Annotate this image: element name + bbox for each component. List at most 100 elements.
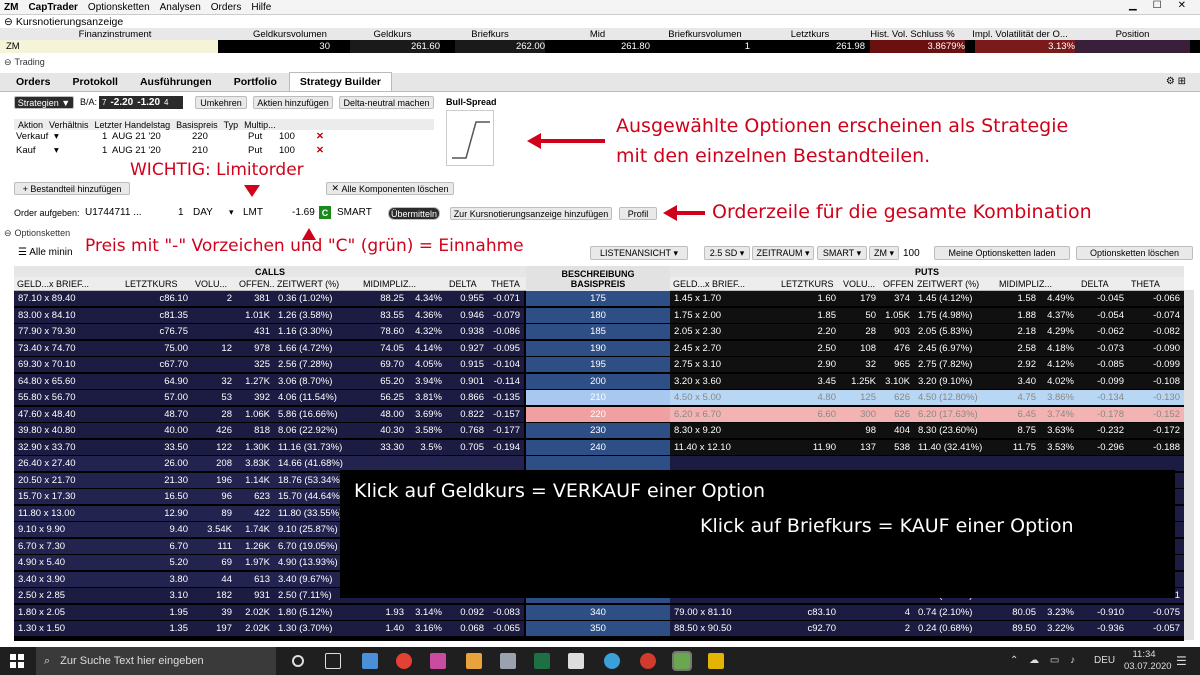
- combo-bid[interactable]: -2.20: [110, 97, 133, 108]
- put-bid-ask-cell[interactable]: 79.00 x 81.10: [670, 604, 778, 620]
- call-bid-ask-cell[interactable]: 77.90 x 79.30: [14, 324, 122, 339]
- input-language[interactable]: DEU: [1094, 655, 1115, 666]
- cortana-icon[interactable]: [292, 655, 304, 667]
- captrader-icon[interactable]: [672, 651, 692, 671]
- quote-row[interactable]: ZM 30 261.60 262.00 261.80 1 261.98 3.86…: [0, 40, 1200, 53]
- put-column-header[interactable]: GELD...x BRIEF...: [670, 277, 778, 291]
- zeitraum-dropdown[interactable]: ZEITRAUM ▾: [752, 246, 814, 260]
- strike-count[interactable]: 100: [903, 248, 920, 259]
- tab-protokoll[interactable]: Protokoll: [62, 73, 128, 91]
- mail-icon[interactable]: [362, 653, 378, 669]
- call-column-header[interactable]: GELD...x BRIEF...: [14, 277, 122, 291]
- combo-ask[interactable]: -1.20: [137, 97, 160, 108]
- delete-leg-icon[interactable]: ✕: [316, 145, 324, 156]
- calculator-icon[interactable]: [500, 653, 516, 669]
- menu-orders[interactable]: Orders: [211, 2, 242, 13]
- put-bid-ask-cell[interactable]: 1.75 x 2.00: [670, 307, 778, 323]
- order-limit-price[interactable]: -1.69: [292, 207, 315, 218]
- minimize-icon[interactable]: ▁: [1129, 0, 1137, 11]
- put-bid-ask-cell[interactable]: 8.30 x 9.20: [670, 423, 778, 438]
- call-column-header[interactable]: DELTA: [446, 277, 488, 291]
- call-bid-ask-cell[interactable]: 83.00 x 84.10: [14, 307, 122, 323]
- panel-settings-icon[interactable]: ⚙ ⊞: [1166, 76, 1186, 87]
- chain-row[interactable]: 69.30 x 70.10 c67.70 325 2.56 (7.28%) 69.70 4…: [14, 357, 1184, 372]
- collapse-icon[interactable]: ⊖: [4, 228, 12, 239]
- tab-portfolio[interactable]: Portfolio: [224, 73, 287, 91]
- menu-optionsketten[interactable]: Optionsketten: [88, 2, 150, 13]
- put-bid-ask-cell[interactable]: 1.45 x 1.70: [670, 291, 778, 306]
- menu-hilfe[interactable]: Hilfe: [251, 2, 271, 13]
- listenansicht-dropdown[interactable]: LISTENANSICHT ▾: [590, 246, 688, 260]
- tray-icons[interactable]: ⌃ ☁ ▭ ♪: [1010, 655, 1079, 666]
- put-column-header[interactable]: OFFEN...: [880, 277, 914, 291]
- taskbar-search[interactable]: ⌕ Zur Suche Text hier eingeben: [36, 647, 276, 675]
- call-bid-ask-cell[interactable]: 1.80 x 2.05: [14, 604, 122, 620]
- put-column-header[interactable]: VOLU...: [840, 277, 880, 291]
- chain-row[interactable]: 1.30 x 1.50 1.35 197 2.02K 1.30 (3.70%) 1.40 3…: [14, 621, 1184, 636]
- call-bid-ask-cell[interactable]: 9.10 x 9.90: [14, 522, 122, 537]
- collapse-icon[interactable]: ⊖: [4, 57, 12, 68]
- call-bid-ask-cell[interactable]: 3.40 x 3.90: [14, 571, 122, 587]
- chevron-down-icon[interactable]: ▾: [229, 207, 234, 218]
- tab-orders[interactable]: Orders: [6, 73, 60, 91]
- quote-ask[interactable]: 262.00: [455, 40, 545, 53]
- chevron-down-icon[interactable]: ▾: [54, 145, 59, 156]
- table-scrollbar[interactable]: [1184, 290, 1194, 640]
- chain-row[interactable]: 83.00 x 84.10 c81.35 1.01K 1.26 (3.58%) 83.5…: [14, 307, 1184, 323]
- chain-row[interactable]: 55.80 x 56.70 57.00 53 392 4.06 (11.54%) 56.2…: [14, 390, 1184, 405]
- call-bid-ask-cell[interactable]: 32.90 x 33.70: [14, 439, 122, 455]
- uebermitteln-button[interactable]: Übermitteln: [388, 207, 440, 220]
- chevron-down-icon[interactable]: ▾: [54, 131, 59, 142]
- clock[interactable]: 11:34 03.07.2020: [1124, 649, 1172, 673]
- call-bid-ask-cell[interactable]: 39.80 x 40.80: [14, 423, 122, 438]
- put-bid-ask-cell[interactable]: 2.45 x 2.70: [670, 340, 778, 356]
- alle-minin-toggle[interactable]: ☰ Alle minin: [18, 247, 73, 258]
- put-bid-ask-cell[interactable]: 6.20 x 6.70: [670, 406, 778, 422]
- call-column-header[interactable]: VOLU...: [192, 277, 236, 291]
- chain-row[interactable]: 73.40 x 74.70 75.00 12 978 1.66 (4.72%) 74.05…: [14, 340, 1184, 356]
- put-column-header[interactable]: THETA: [1128, 277, 1184, 291]
- leg-row[interactable]: Verkauf ▾ 1 AUG 21 '20 220 Put 100 ✕: [14, 131, 434, 143]
- call-bid-ask-cell[interactable]: 73.40 x 74.70: [14, 340, 122, 356]
- tab-ausfuehrungen[interactable]: Ausführungen: [130, 73, 222, 91]
- windows-start-icon[interactable]: [10, 654, 24, 668]
- optionsketten-section-header[interactable]: ⊖ Optionsketten: [0, 227, 1200, 239]
- call-bid-ask-cell[interactable]: 64.80 x 65.60: [14, 373, 122, 389]
- app-icon[interactable]: [640, 653, 656, 669]
- call-column-header[interactable]: ZEITWERT (%): [274, 277, 360, 291]
- umkehren-button[interactable]: Umkehren: [195, 96, 247, 109]
- app-menu[interactable]: CapTrader: [28, 2, 77, 13]
- call-bid-ask-cell[interactable]: 4.90 x 5.40: [14, 555, 122, 570]
- app2-icon[interactable]: [708, 653, 724, 669]
- chain-row[interactable]: 47.60 x 48.40 48.70 28 1.06K 5.86 (16.66%) 48…: [14, 406, 1184, 422]
- call-column-header[interactable]: OFFEN...: [236, 277, 274, 291]
- alle-komponenten-loeschen-button[interactable]: ✕ Alle Komponenten löschen: [326, 182, 454, 195]
- chain-row[interactable]: 1.80 x 2.05 1.95 39 2.02K 1.80 (5.12%) 1.93 3.…: [14, 604, 1184, 620]
- call-bid-ask-cell[interactable]: 6.70 x 7.30: [14, 538, 122, 554]
- telegram-icon[interactable]: [604, 653, 620, 669]
- call-bid-ask-cell[interactable]: 15.70 x 17.30: [14, 489, 122, 504]
- order-quantity[interactable]: 1: [178, 207, 184, 218]
- order-tif[interactable]: DAY: [193, 207, 213, 218]
- optionsketten-loeschen-button[interactable]: Optionsketten löschen: [1076, 246, 1193, 260]
- put-bid-ask-cell[interactable]: 11.40 x 12.10: [670, 439, 778, 455]
- maximize-icon[interactable]: ☐: [1153, 0, 1162, 11]
- smart-dropdown[interactable]: SMART ▾: [817, 246, 867, 260]
- call-bid-ask-cell[interactable]: 11.80 x 13.00: [14, 505, 122, 521]
- paint-icon[interactable]: [430, 653, 446, 669]
- bestandteil-hinzufuegen-button[interactable]: + Bestandteil hinzufügen: [14, 182, 130, 195]
- aktien-hinzufuegen-button[interactable]: Aktien hinzufügen: [253, 96, 333, 109]
- call-column-header[interactable]: LETZTKURS: [122, 277, 192, 291]
- strategien-dropdown[interactable]: Strategien ▼: [14, 96, 74, 109]
- optionsketten-laden-button[interactable]: Meine Optionsketten laden: [934, 246, 1070, 260]
- tab-strategy-builder[interactable]: Strategy Builder: [288, 72, 392, 91]
- chain-row[interactable]: 32.90 x 33.70 33.50 122 1.30K 11.16 (31.73%)…: [14, 439, 1184, 455]
- close-icon[interactable]: ✕: [1178, 0, 1186, 11]
- zur-kursnotierung-button[interactable]: Zur Kursnotierungsanzeige hinzufügen: [450, 207, 612, 220]
- order-account[interactable]: U1744711 ...: [85, 207, 142, 218]
- put-column-header[interactable]: MIDIMPLIZ...: [996, 277, 1078, 291]
- call-bid-ask-cell[interactable]: 26.40 x 27.40: [14, 456, 122, 471]
- call-bid-ask-cell[interactable]: 87.10 x 89.40: [14, 291, 122, 306]
- put-column-header[interactable]: DELTA: [1078, 277, 1128, 291]
- collapse-icon[interactable]: ⊖: [4, 16, 13, 28]
